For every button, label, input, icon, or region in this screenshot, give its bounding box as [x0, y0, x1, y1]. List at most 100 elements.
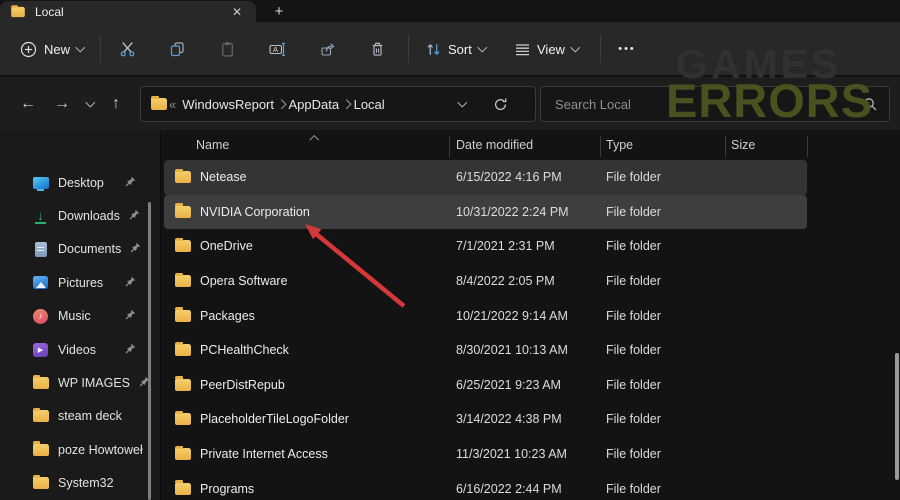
paste-button[interactable] — [208, 33, 246, 65]
rename-icon: A — [269, 42, 285, 57]
breadcrumb-separator-icon — [277, 99, 286, 108]
videos-icon — [32, 341, 49, 358]
file-name: PeerDistRepub — [200, 378, 285, 392]
file-name: Private Internet Access — [200, 447, 328, 461]
pin-icon — [125, 307, 136, 325]
folder-icon — [175, 240, 191, 252]
back-button[interactable]: ← — [15, 91, 41, 117]
address-dropdown-icon[interactable] — [458, 98, 467, 107]
share-icon — [320, 42, 335, 57]
toolbar-separator — [408, 35, 409, 63]
folder-icon — [175, 310, 191, 322]
name-cell: Packages — [164, 309, 441, 323]
name-cell: PeerDistRepub — [164, 378, 441, 392]
folder-icon — [151, 98, 167, 110]
trash-icon — [370, 41, 385, 57]
folder-icon — [175, 344, 191, 356]
sidebar-item-desktop[interactable]: Desktop — [0, 166, 158, 199]
refresh-button[interactable] — [493, 97, 508, 117]
sort-ascending-icon — [310, 136, 319, 145]
documents-icon — [32, 241, 49, 258]
address-bar[interactable]: « WindowsReport AppData Local — [140, 86, 536, 122]
sidebar-item-downloads[interactable]: Downloads — [0, 199, 158, 232]
delete-button[interactable] — [358, 33, 396, 65]
sidebar-item-music[interactable]: Music — [0, 300, 158, 333]
sort-button-label: Sort — [448, 42, 472, 57]
folder-icon — [11, 6, 25, 16]
sidebar-item-documents[interactable]: Documents — [0, 233, 158, 266]
breadcrumb-overflow-icon[interactable]: « — [169, 97, 176, 112]
file-row-pchealthcheck[interactable]: PCHealthCheck8/30/2021 10:13 AMFile fold… — [164, 333, 807, 368]
column-separator[interactable] — [449, 136, 450, 157]
recent-locations-button[interactable] — [81, 91, 99, 117]
breadcrumb-local[interactable]: Local — [354, 97, 385, 112]
close-tab-icon[interactable]: ✕ — [228, 4, 246, 20]
ellipsis-icon: ••• — [618, 43, 636, 55]
date-modified: 6/25/2021 9:23 AM — [456, 378, 561, 392]
file-row-programs[interactable]: Programs6/16/2022 2:44 PMFile folder — [164, 471, 807, 500]
new-button-label: New — [44, 42, 70, 57]
sidebar-item-label: Desktop — [58, 176, 104, 190]
sort-button[interactable]: Sort — [416, 33, 495, 65]
date-modified: 11/3/2021 10:23 AM — [456, 447, 567, 461]
search-input[interactable] — [541, 87, 889, 121]
share-button[interactable] — [308, 33, 346, 65]
file-type: File folder — [606, 170, 661, 184]
name-cell: PCHealthCheck — [164, 343, 441, 357]
file-row-netease[interactable]: Netease6/15/2022 4:16 PMFile folder — [164, 160, 807, 195]
file-list-scrollbar[interactable] — [895, 353, 899, 480]
folder-icon — [32, 475, 49, 492]
file-row-packages[interactable]: Packages10/21/2022 9:14 AMFile folder — [164, 298, 807, 333]
explorer-tab-local[interactable]: Local ✕ — [0, 1, 256, 22]
column-header-size[interactable]: Size — [731, 138, 755, 152]
file-row-onedrive[interactable]: OneDrive7/1/2021 2:31 PMFile folder — [164, 229, 807, 264]
file-explorer-window: Local ✕ + New — [0, 0, 900, 500]
file-row-placeholdertilelogofolder[interactable]: PlaceholderTileLogoFolder3/14/2022 4:38 … — [164, 402, 807, 437]
file-type: File folder — [606, 447, 661, 461]
navigation-pane: Desktop DownloadsDocumentsPicturesMusicVi… — [0, 130, 160, 500]
cut-button[interactable] — [108, 33, 146, 65]
date-modified: 7/1/2021 2:31 PM — [456, 239, 555, 253]
file-type: File folder — [606, 482, 661, 496]
new-tab-button[interactable]: + — [266, 0, 292, 22]
file-row-peerdistrepub[interactable]: PeerDistRepub6/25/2021 9:23 AMFile folde… — [164, 368, 807, 403]
view-button[interactable]: View — [505, 33, 588, 65]
date-modified: 10/21/2022 9:14 AM — [456, 309, 568, 323]
file-row-private-internet-access[interactable]: Private Internet Access 11/3/2021 10:23 A… — [164, 437, 807, 472]
sidebar-item-wp-images[interactable]: WP IMAGES — [0, 366, 158, 399]
date-modified: 8/4/2022 2:05 PM — [456, 274, 555, 288]
column-separator[interactable] — [807, 136, 808, 157]
sidebar-item-pictures[interactable]: Pictures — [0, 266, 158, 299]
rename-button[interactable]: A — [258, 33, 296, 65]
up-button[interactable]: ↑ — [103, 91, 129, 117]
desktop-icon — [32, 174, 49, 191]
breadcrumb-appdata[interactable]: AppData — [289, 97, 340, 112]
column-header-date-modified[interactable]: Date modified — [456, 138, 533, 152]
sidebar-item-videos[interactable]: Videos — [0, 333, 158, 366]
folder-icon — [32, 441, 49, 458]
tab-bar: Local ✕ + — [0, 0, 900, 22]
column-header-name[interactable]: Name — [196, 138, 229, 152]
music-icon — [32, 308, 49, 325]
plus-circle-icon — [20, 41, 37, 58]
column-separator[interactable] — [725, 136, 726, 157]
file-row-nvidia-corporation[interactable]: NVIDIA Corporation10/31/2022 2:24 PMFile… — [164, 195, 807, 230]
see-more-button[interactable]: ••• — [608, 33, 646, 65]
column-separator[interactable] — [600, 136, 601, 157]
sidebar-item-steam-deck[interactable]: steam deck — [0, 400, 158, 433]
folder-icon — [175, 483, 191, 495]
breadcrumb-windowsreport[interactable]: WindowsReport — [182, 97, 274, 112]
pin-icon — [125, 341, 136, 359]
folder-icon — [175, 448, 191, 460]
new-button[interactable]: New — [10, 33, 94, 65]
sidebar-item-system32[interactable]: System32 — [0, 467, 158, 500]
column-header-type[interactable]: Type — [606, 138, 633, 152]
forward-button[interactable]: → — [49, 91, 75, 117]
file-row-opera-software[interactable]: Opera Software8/4/2022 2:05 PMFile folde… — [164, 264, 807, 299]
copy-button[interactable] — [158, 33, 196, 65]
date-modified: 8/30/2021 10:13 AM — [456, 343, 568, 357]
pin-icon — [125, 174, 136, 192]
sidebar-scrollbar[interactable] — [148, 202, 151, 500]
sidebar-item-poze-howtowe[interactable]: poze Howtoweł — [0, 433, 158, 466]
search-icon[interactable] — [863, 97, 878, 117]
